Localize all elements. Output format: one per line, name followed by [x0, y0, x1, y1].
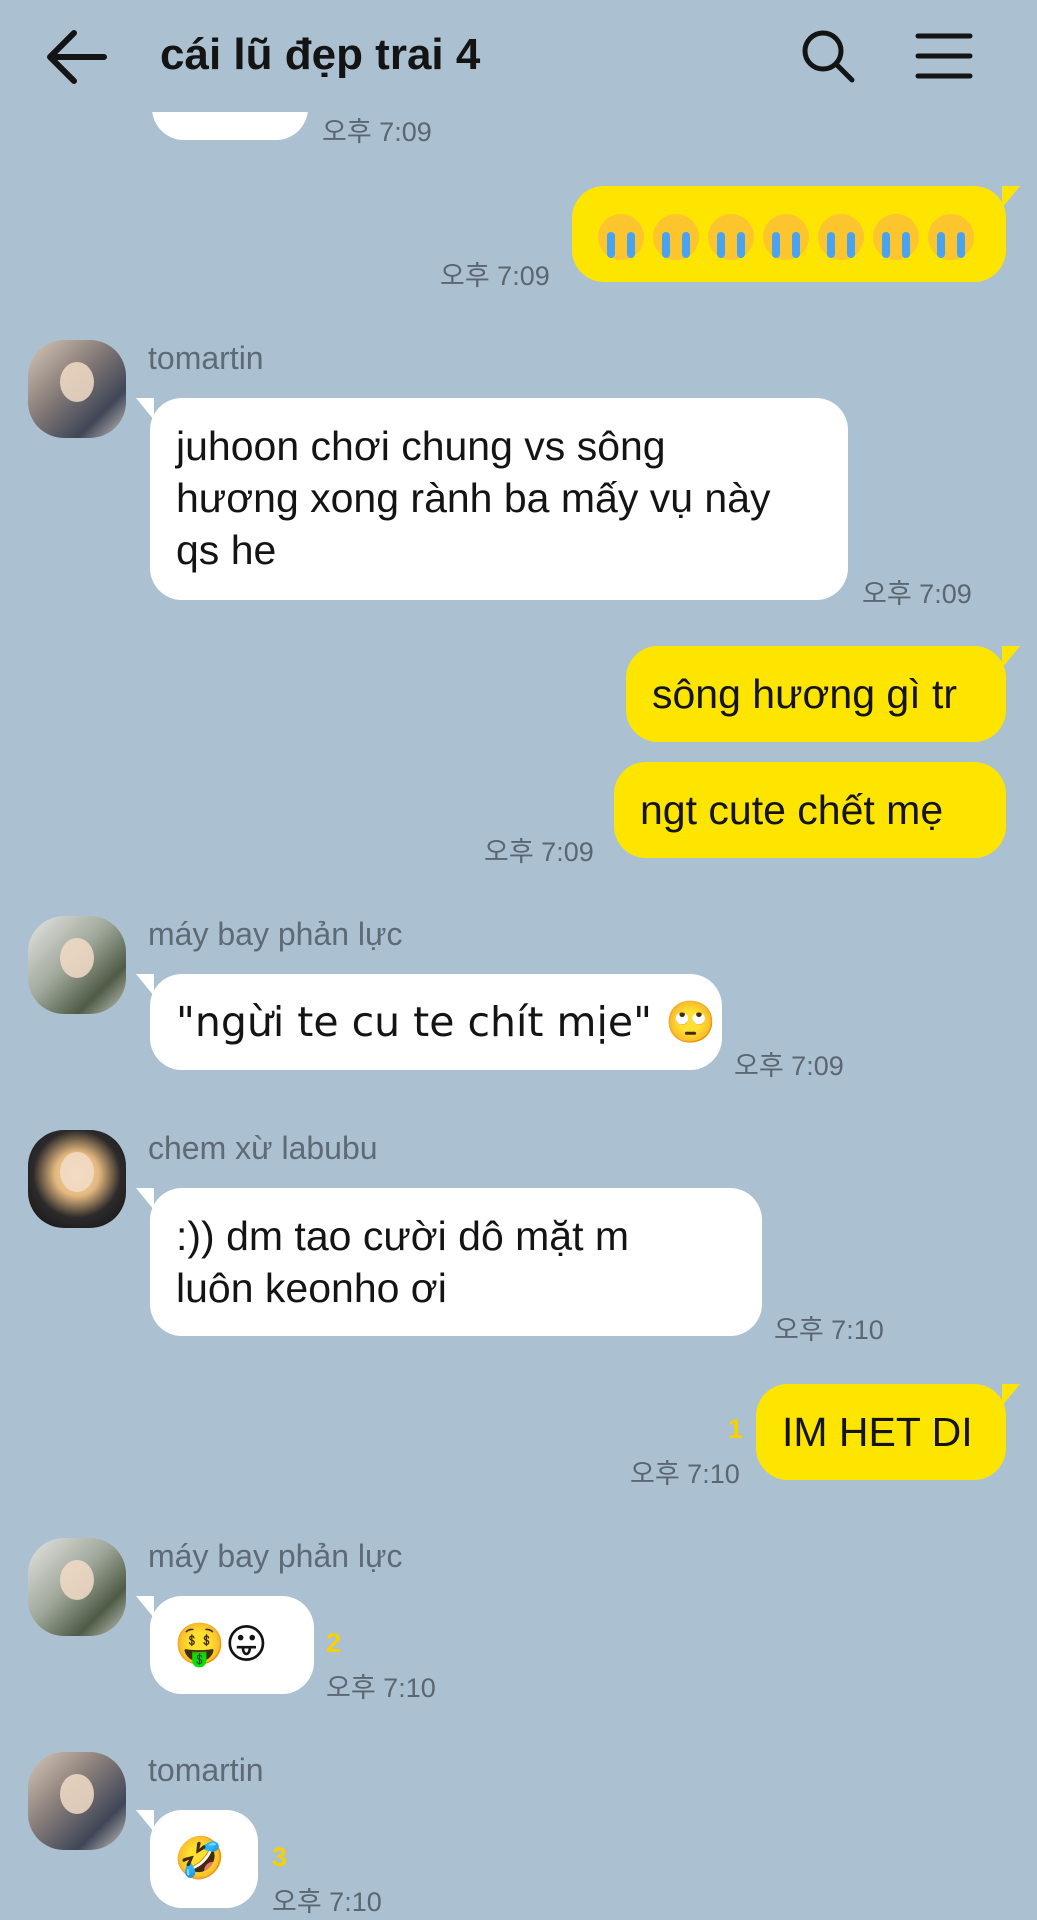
- avatar-tomartin[interactable]: [28, 1752, 126, 1850]
- crying-emoji-icon: [708, 214, 754, 261]
- message-text: IM HET DI: [782, 1409, 973, 1455]
- chat-header: cái lũ đẹp trai 4: [0, 0, 1037, 112]
- message-text-line: :)) dm tao cười dô mặt m: [176, 1213, 630, 1259]
- crying-emoji-icon: [598, 214, 644, 261]
- sender-name: chem xừ labubu: [148, 1130, 378, 1166]
- crying-emoji-icon: [873, 214, 919, 261]
- message-bubble-outgoing[interactable]: sông hương gì tr: [626, 646, 1020, 742]
- hamburger-menu-icon: [915, 33, 973, 79]
- rolling-laughing-emoji: 🤣: [174, 1834, 226, 1882]
- message-time: 오후 7:10: [774, 1315, 884, 1345]
- message-bubble-incoming[interactable]: 🤑😛: [136, 1596, 314, 1694]
- back-button[interactable]: [44, 28, 108, 86]
- message-text-line: luôn keonho ơi: [176, 1265, 447, 1311]
- message-bubble-incoming[interactable]: :)) dm tao cười dô mặt m luôn keonho ơi: [136, 1188, 762, 1336]
- money-mouth-tongue-emoji: 🤑😛: [174, 1620, 268, 1668]
- avatar-tomartin[interactable]: [28, 340, 126, 438]
- sender-name: tomartin: [148, 1752, 264, 1788]
- message-bubble-outgoing[interactable]: IM HET DI: [756, 1384, 1020, 1480]
- avatar-chem-xu-labubu[interactable]: [28, 1130, 126, 1228]
- message-time: 오후 7:10: [326, 1673, 436, 1703]
- sender-name: tomartin: [148, 340, 264, 376]
- message-bubble-incoming[interactable]: "ngừi te cu te chít mịe" 🙄: [136, 974, 722, 1070]
- search-icon: [802, 30, 855, 83]
- message-text: ngt cute chết mẹ: [640, 787, 944, 833]
- message-text-line: qs he: [176, 527, 277, 573]
- search-button[interactable]: [800, 28, 856, 84]
- message-text-line: juhoon chơi chung vs sông: [176, 423, 666, 469]
- message-text: "ngừi te cu te chít mịe" 🙄: [176, 998, 717, 1046]
- sender-name: máy bay phản lực: [148, 916, 403, 952]
- message-time: 오후 7:09: [440, 261, 550, 291]
- message-time: 오후 7:09: [322, 117, 432, 147]
- avatar-may-bay-phan-luc[interactable]: [28, 916, 126, 1014]
- message-bubble-incoming[interactable]: 🤣: [136, 1810, 258, 1908]
- unread-count: 2: [326, 1628, 342, 1658]
- sender-name: máy bay phản lực: [148, 1538, 403, 1574]
- message-bubble-outgoing[interactable]: ngt cute chết mẹ: [614, 762, 1006, 858]
- back-arrow-icon: [47, 30, 107, 84]
- unread-count: 3: [272, 1842, 288, 1872]
- message-text: sông hương gì tr: [652, 671, 958, 717]
- message-bubble-outgoing[interactable]: 😭😭😭😭😭😭😭: [572, 186, 1020, 282]
- crying-emoji-icon: [928, 214, 974, 261]
- message-time: 오후 7:10: [272, 1887, 382, 1917]
- chat-scroll-area[interactable]: 오후 7:09 😭😭😭😭😭😭😭 오후 7:09 tomartin juhoon …: [0, 0, 1037, 1920]
- message-time: 오후 7:09: [734, 1051, 844, 1081]
- chat-title: cái lũ đẹp trai 4: [160, 30, 481, 79]
- message-time: 오후 7:10: [630, 1459, 740, 1489]
- unread-count: 1: [728, 1414, 744, 1444]
- message-text-line: hương xong rành ba mấy vụ này: [176, 475, 771, 521]
- crying-emoji-icon: [818, 214, 864, 261]
- avatar-may-bay-phan-luc[interactable]: [28, 1538, 126, 1636]
- crying-emoji-icon: [763, 214, 809, 261]
- crying-emoji-icon: [653, 214, 699, 261]
- message-bubble-incoming[interactable]: juhoon chơi chung vs sông hương xong ràn…: [136, 398, 848, 600]
- message-time: 오후 7:09: [862, 579, 972, 609]
- message-time: 오후 7:09: [484, 837, 594, 867]
- menu-button[interactable]: [914, 30, 974, 82]
